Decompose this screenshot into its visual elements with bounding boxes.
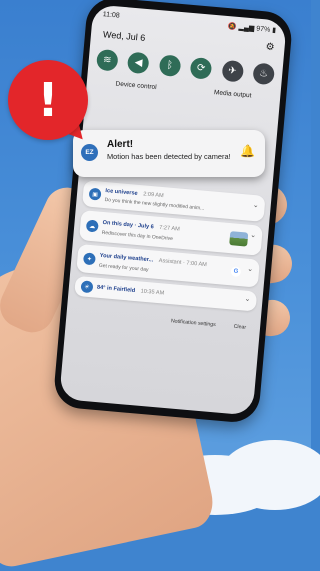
quick-settings-row: ≋ ◀ ᛒ ⟳ ✈ ♨ [95,48,276,86]
alert-notification[interactable]: EZ Alert! Motion has been detected by ca… [73,130,265,177]
notification-title: Your daily weather... [99,252,154,264]
notification-settings-button[interactable]: Notification settings [171,318,216,328]
notification-time: 10:35 AM [140,288,165,297]
app-icon: ▣ [88,187,102,201]
notification-time: Assistant · 7:00 AM [158,257,208,269]
notification-time: 2:09 AM [142,191,164,200]
chevron-down-icon[interactable]: ⌄ [250,231,257,239]
battery-text: 97% [255,25,271,34]
bell-ring-icon: 🔔 [240,144,255,158]
warning-exclamation-icon: ! [8,60,88,140]
photo-thumbnail [229,231,249,247]
status-icons: 🔕 ▂▄▆ 97% ▮ [227,22,277,38]
notification-title: On this day · July 6 [102,219,154,231]
chevron-down-icon[interactable]: ⌄ [247,265,254,273]
phone: 11:08 🔕 ▂▄▆ 97% ▮ Wed, Jul 6 ⚙ ≋ ◀ ᛒ ⟳ ✈… [52,0,294,425]
app-badge: EZ [81,144,98,161]
battery-icon: ▮ [271,26,277,35]
auto-rotate-icon[interactable]: ⟳ [189,57,213,80]
alert-message: Motion has been detected by camera! [107,152,231,161]
cloud [220,440,320,510]
gear-icon[interactable]: ⚙ [265,41,275,53]
signal-icon: ▂▄▆ [238,24,255,33]
cloud-app-icon: ☁ [85,219,99,233]
notification-footer: Notification settings Clear [171,318,247,331]
mute-icon: 🔕 [227,23,237,31]
media-output-button[interactable]: Media output [214,89,252,99]
phone-screen: 11:08 🔕 ▂▄▆ 97% ▮ Wed, Jul 6 ⚙ ≋ ◀ ᛒ ⟳ ✈… [59,4,287,416]
chevron-down-icon[interactable]: ⌄ [244,295,251,303]
notification-time: 7:27 AM [158,224,180,233]
flashlight-icon[interactable]: ♨ [252,62,276,86]
google-icon: G [230,266,242,278]
notification-title: 84° in Fairfield [96,284,136,294]
notification-text: Rediscover this day in OneDrive [101,229,174,243]
bluetooth-icon[interactable]: ᛒ [158,54,182,78]
status-time: 11:08 [102,11,121,20]
panel-date: Wed, Jul 6 [102,29,146,43]
notification-text: Do you think the new slightly modified a… [104,197,205,212]
airplane-icon[interactable]: ✈ [221,59,244,83]
alert-title: Alert! [107,139,134,150]
sound-off-icon[interactable]: ◀ [127,51,150,75]
assistant-app-icon: ✦ [82,252,96,266]
notification-title: Ice universe [105,188,138,197]
device-control-button[interactable]: Device control [115,81,157,92]
wifi-icon[interactable]: ≋ [95,48,119,72]
chevron-down-icon[interactable]: ⌄ [253,201,260,209]
clear-button[interactable]: Clear [233,324,246,331]
weather-app-icon: ☀ [80,280,94,294]
notification-text: Get ready for your day [98,262,149,274]
